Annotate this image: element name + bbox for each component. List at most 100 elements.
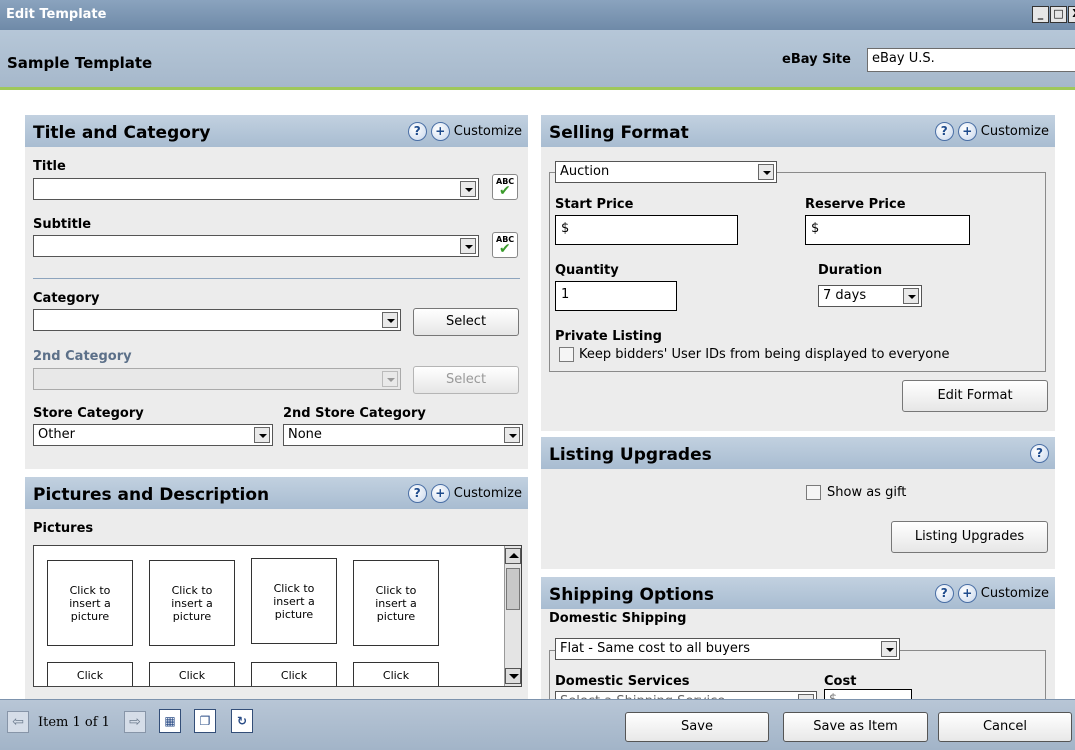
previous-item-icon[interactable]: ⇦ bbox=[7, 711, 29, 733]
plus-icon[interactable]: + bbox=[957, 122, 977, 141]
template-name: Sample Template bbox=[7, 54, 153, 72]
save-button[interactable]: Save bbox=[625, 712, 769, 742]
store-category-select[interactable]: Other bbox=[33, 424, 273, 446]
picture-slot[interactable]: Click to insert a picture bbox=[353, 560, 439, 646]
ebay-site-select[interactable]: eBay U.S. bbox=[867, 48, 1075, 72]
show-as-gift-checkbox[interactable] bbox=[806, 485, 821, 500]
start-price-input[interactable]: $ bbox=[555, 215, 738, 245]
close-button[interactable]: X bbox=[1068, 6, 1075, 23]
customize-link[interactable]: Customize bbox=[981, 586, 1049, 601]
panel-header: Listing Upgrades ? bbox=[541, 437, 1055, 469]
panel-tools: ? + Customize bbox=[934, 122, 1049, 141]
help-icon[interactable]: ? bbox=[934, 122, 954, 141]
dropdown-arrow-icon[interactable] bbox=[382, 371, 398, 387]
quantity-label: Quantity bbox=[555, 263, 619, 278]
dropdown-arrow-icon[interactable] bbox=[460, 181, 476, 197]
picture-slot[interactable]: Click to insert a picture bbox=[149, 560, 235, 646]
plus-icon[interactable]: + bbox=[957, 584, 977, 603]
second-category-label: 2nd Category bbox=[33, 349, 132, 364]
panel-title: Listing Upgrades bbox=[549, 445, 712, 465]
customize-link[interactable]: Customize bbox=[454, 486, 522, 501]
duration-label: Duration bbox=[818, 263, 883, 278]
copy-icon[interactable]: ❐ bbox=[194, 709, 216, 733]
picture-slot[interactable]: Click to insert a picture bbox=[47, 560, 133, 646]
help-icon[interactable]: ? bbox=[407, 122, 427, 141]
picture-slot[interactable]: Click bbox=[149, 662, 235, 686]
spellcheck-icon[interactable]: ABC ✔ bbox=[492, 232, 518, 258]
category-label: Category bbox=[33, 291, 100, 306]
dropdown-arrow-icon[interactable] bbox=[460, 238, 476, 254]
dropdown-arrow-icon[interactable] bbox=[903, 288, 919, 304]
item-counter: Item 1 of 1 bbox=[38, 715, 110, 730]
preview-icon[interactable]: ▦ bbox=[159, 709, 181, 733]
customize-link[interactable]: Customize bbox=[454, 124, 522, 139]
main-content: Title and Category ? + Customize Title A… bbox=[0, 93, 1075, 713]
category-select-button[interactable]: Select bbox=[413, 308, 519, 336]
panel-header: Pictures and Description ? + Customize bbox=[25, 477, 528, 509]
duration-select[interactable]: 7 days bbox=[818, 285, 922, 307]
help-icon[interactable]: ? bbox=[934, 584, 954, 603]
spellcheck-icon[interactable]: ABC ✔ bbox=[492, 174, 518, 200]
private-listing-checkbox[interactable] bbox=[559, 347, 574, 362]
show-as-gift-label: Show as gift bbox=[827, 485, 907, 500]
picture-slot[interactable]: Click to insert a picture bbox=[251, 558, 337, 644]
selling-format-panel: Selling Format ? + Customize Auction Sta… bbox=[541, 115, 1055, 431]
category-input[interactable] bbox=[33, 309, 401, 331]
help-icon[interactable]: ? bbox=[407, 484, 427, 503]
start-price-label: Start Price bbox=[555, 197, 634, 212]
quantity-input[interactable]: 1 bbox=[555, 281, 677, 311]
window-titlebar: Edit Template _ □ X bbox=[0, 0, 1075, 30]
dropdown-arrow-icon[interactable] bbox=[382, 312, 398, 328]
scroll-thumb[interactable] bbox=[506, 568, 520, 610]
picture-slot[interactable]: Click bbox=[251, 662, 337, 686]
dropdown-arrow-icon[interactable] bbox=[254, 427, 270, 443]
reserve-price-label: Reserve Price bbox=[805, 197, 906, 212]
second-store-category-label: 2nd Store Category bbox=[283, 406, 426, 421]
dropdown-arrow-icon[interactable] bbox=[881, 641, 897, 657]
scroll-up-icon[interactable] bbox=[505, 548, 521, 564]
listing-upgrades-panel: Listing Upgrades ? Show as gift Listing … bbox=[541, 437, 1055, 569]
pictures-grid: Click to insert a picture Click to inser… bbox=[33, 545, 522, 687]
customize-link[interactable]: Customize bbox=[981, 124, 1049, 139]
cancel-button[interactable]: Cancel bbox=[938, 712, 1072, 742]
domestic-shipping-label: Domestic Shipping bbox=[549, 611, 687, 626]
format-select[interactable]: Auction bbox=[555, 161, 777, 183]
plus-icon[interactable]: + bbox=[430, 122, 450, 141]
edit-format-button[interactable]: Edit Format bbox=[902, 380, 1048, 412]
next-item-icon[interactable]: ⇨ bbox=[124, 711, 146, 733]
listing-upgrades-button[interactable]: Listing Upgrades bbox=[891, 521, 1048, 553]
panel-tools: ? + Customize bbox=[934, 584, 1049, 603]
domestic-services-label: Domestic Services bbox=[555, 674, 690, 689]
scroll-down-icon[interactable] bbox=[505, 668, 521, 684]
picture-slot[interactable]: Click bbox=[353, 662, 439, 686]
picture-slot[interactable]: Click bbox=[47, 662, 133, 686]
subtitle-input[interactable] bbox=[33, 235, 479, 257]
pictures-label: Pictures bbox=[33, 521, 94, 536]
save-as-item-button[interactable]: Save as Item bbox=[783, 712, 928, 742]
private-listing-checkbox-label: Keep bidders' User IDs from being displa… bbox=[579, 347, 950, 362]
window-title: Edit Template bbox=[6, 7, 107, 22]
refresh-icon[interactable]: ↻ bbox=[231, 709, 253, 733]
pictures-scrollbar[interactable] bbox=[504, 546, 521, 686]
subtitle-label: Subtitle bbox=[33, 217, 92, 232]
window-controls: _ □ X bbox=[1032, 6, 1075, 23]
second-category-select-button[interactable]: Select bbox=[413, 366, 519, 394]
domestic-shipping-select[interactable]: Flat - Same cost to all buyers bbox=[555, 638, 900, 660]
template-header: Sample Template eBay Site eBay U.S. bbox=[0, 30, 1075, 90]
title-category-panel: Title and Category ? + Customize Title A… bbox=[25, 115, 528, 469]
dropdown-arrow-icon[interactable] bbox=[758, 164, 774, 180]
second-store-category-select[interactable]: None bbox=[283, 424, 523, 446]
minimize-button[interactable]: _ bbox=[1032, 6, 1049, 23]
private-listing-label: Private Listing bbox=[555, 329, 662, 344]
panel-header: Shipping Options ? + Customize bbox=[541, 577, 1055, 609]
help-icon[interactable]: ? bbox=[1030, 444, 1049, 463]
title-input[interactable] bbox=[33, 178, 479, 200]
ebay-site-label: eBay Site bbox=[782, 52, 851, 67]
dropdown-arrow-icon[interactable] bbox=[504, 427, 520, 443]
maximize-button[interactable]: □ bbox=[1050, 6, 1067, 23]
second-category-input[interactable] bbox=[33, 368, 401, 390]
panel-tools: ? + Customize bbox=[407, 122, 522, 141]
reserve-price-input[interactable]: $ bbox=[805, 215, 970, 245]
store-category-label: Store Category bbox=[33, 406, 144, 421]
plus-icon[interactable]: + bbox=[430, 484, 450, 503]
